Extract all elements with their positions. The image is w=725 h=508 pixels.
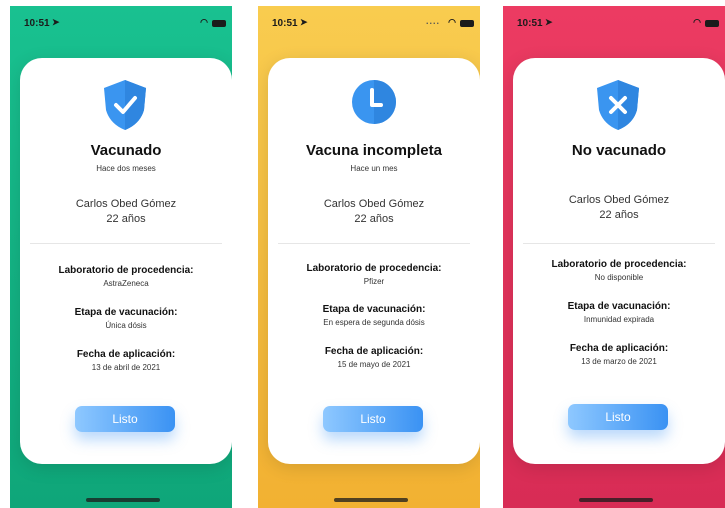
stage-label: Etapa de vacunación: — [74, 307, 178, 318]
done-button[interactable]: Listo — [568, 404, 668, 430]
date-value: 13 de abril de 2021 — [91, 363, 161, 372]
status-bar: 10:51 ➤ ◠ — [503, 16, 725, 32]
divider — [30, 243, 222, 244]
home-indicator — [86, 498, 160, 502]
stage-value: Única dósis — [105, 321, 147, 330]
stage-label: Etapa de vacunación: — [567, 301, 671, 312]
person-age: 22 años — [354, 213, 394, 225]
date-value: 15 de mayo de 2021 — [337, 360, 411, 369]
date-label: Fecha de aplicación: — [324, 346, 424, 357]
phone-screen-incomplete: 10:51 ➤ .... ◠ Vacuna incompleta Hace un… — [258, 6, 480, 508]
wifi-icon: ◠ — [200, 17, 208, 27]
lab-label: Laboratorio de procedencia: — [306, 263, 442, 274]
vaccination-card: Vacuna incompleta Hace un mes Carlos Obe… — [268, 58, 480, 464]
vaccination-card: No vacunado Carlos Obed Gómez 22 años La… — [513, 58, 725, 464]
vaccination-card: Vacunado Hace dos meses Carlos Obed Góme… — [20, 58, 232, 464]
battery-icon — [212, 20, 226, 27]
person-name: Carlos Obed Gómez — [75, 198, 177, 210]
date-label: Fecha de aplicación: — [569, 343, 669, 354]
status-subtitle: Hace un mes — [350, 164, 398, 173]
home-indicator — [334, 498, 408, 502]
lab-label: Laboratorio de procedencia: — [58, 265, 194, 276]
wifi-icon: ◠ — [693, 17, 701, 27]
status-subtitle: Hace dos meses — [96, 164, 156, 173]
person-name: Carlos Obed Gómez — [568, 194, 670, 206]
date-label: Fecha de aplicación: — [76, 349, 176, 360]
divider — [523, 243, 715, 244]
stage-label: Etapa de vacunación: — [322, 304, 426, 315]
x-shield-icon — [597, 80, 639, 130]
lab-label: Laboratorio de procedencia: — [551, 259, 687, 270]
status-bar: 10:51 ➤ ◠ — [10, 16, 232, 32]
home-indicator — [579, 498, 653, 502]
wifi-icon: ◠ — [448, 17, 456, 27]
divider — [278, 243, 470, 244]
location-icon: ➤ — [52, 17, 60, 27]
date-value: 13 de marzo de 2021 — [581, 357, 657, 366]
location-icon: ➤ — [545, 17, 553, 27]
status-bar: 10:51 ➤ .... ◠ — [258, 16, 480, 32]
phone-screen-not-vaccinated: 10:51 ➤ ◠ No vacunado Carlos Obed Gómez … — [503, 6, 725, 508]
person-age: 22 años — [599, 209, 639, 221]
clock-icon — [352, 80, 396, 124]
signal-dots: .... — [425, 16, 440, 26]
status-time: 10:51 — [517, 18, 543, 29]
done-button[interactable]: Listo — [75, 406, 175, 432]
stage-value: Inmunidad expirada — [583, 315, 655, 324]
battery-icon — [460, 20, 474, 27]
check-shield-icon — [104, 80, 146, 130]
lab-value: AstraZeneca — [103, 279, 149, 288]
location-icon: ➤ — [300, 17, 308, 27]
lab-value: Pfizer — [363, 277, 385, 286]
lab-value: No disponible — [594, 273, 644, 282]
status-title: Vacuna incompleta — [306, 142, 442, 159]
status-time: 10:51 — [24, 18, 50, 29]
status-time: 10:51 — [272, 18, 298, 29]
person-age: 22 años — [106, 213, 146, 225]
stage-value: En espera de segunda dósis — [323, 318, 425, 327]
status-title: Vacunado — [90, 142, 162, 159]
phone-screen-vaccinated: 10:51 ➤ ◠ Vacunado Hace dos meses Carlos… — [10, 6, 232, 508]
battery-icon — [705, 20, 719, 27]
done-button[interactable]: Listo — [323, 406, 423, 432]
person-name: Carlos Obed Gómez — [323, 198, 425, 210]
status-title: No vacunado — [571, 142, 667, 159]
